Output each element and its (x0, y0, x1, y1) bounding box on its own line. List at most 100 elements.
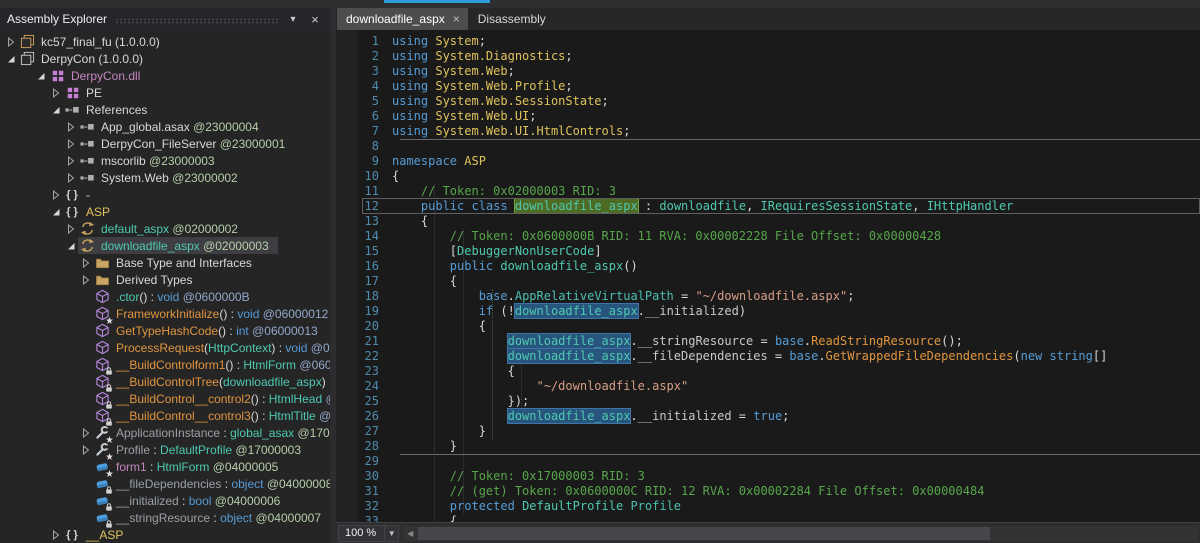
code-line-25[interactable]: 25 }); (336, 394, 1200, 409)
code-line-18[interactable]: 18 base.AppRelativeVirtualPath = "~/down… (336, 289, 1200, 304)
expand-icon[interactable] (4, 35, 18, 49)
code-line-8[interactable]: 8 (336, 139, 1200, 154)
scrollbar-thumb[interactable] (418, 527, 990, 540)
tree-item-filedependencies[interactable]: __fileDependencies : object @04000008 (0, 475, 330, 492)
code-line-30[interactable]: 30 // Token: 0x17000003 RID: 3 (336, 469, 1200, 484)
code-line-3[interactable]: 3using System.Web; (336, 64, 1200, 79)
code-line-13[interactable]: 13 { (336, 214, 1200, 229)
expand-icon[interactable] (64, 222, 78, 236)
code-line-23[interactable]: 23 { (336, 364, 1200, 379)
code-line-21[interactable]: 21 downloadfile_aspx.__stringResource = … (336, 334, 1200, 349)
expand-icon[interactable] (49, 188, 63, 202)
code-line-11[interactable]: 11 // Token: 0x02000003 RID: 3 (336, 184, 1200, 199)
code-line-32[interactable]: 32 protected DefaultProfile Profile (336, 499, 1200, 514)
line-number: 23 (336, 364, 392, 379)
tree-item-derived-types[interactable]: Derived Types (0, 271, 330, 288)
tree-item-buildcontroltree[interactable]: __BuildControlTree(downloadfile_aspx) : (0, 373, 330, 390)
tree-item-ctor[interactable]: .ctor() : void @0600000B (0, 288, 330, 305)
expand-icon[interactable] (79, 426, 93, 440)
tree-item-base-type-and-interfaces[interactable]: Base Type and Interfaces (0, 254, 330, 271)
collapse-icon[interactable] (4, 52, 18, 66)
code-line-1[interactable]: 1using System; (336, 34, 1200, 49)
close-icon[interactable]: × (453, 13, 460, 25)
expander-spacer (79, 341, 93, 355)
code-line-33[interactable]: 33 { (336, 514, 1200, 522)
tree-item-profile[interactable]: Profile : DefaultProfile @17000003 (0, 441, 330, 458)
collapse-icon[interactable] (49, 205, 63, 219)
code-line-22[interactable]: 22 downloadfile_aspx.__fileDependencies … (336, 349, 1200, 364)
code-editor[interactable]: 1using System;2using System.Diagnostics;… (336, 30, 1200, 522)
drag-grip[interactable] (115, 18, 280, 24)
tree-item-namespace-dash[interactable]: { }- (0, 186, 330, 203)
line-number: 16 (336, 259, 392, 274)
horizontal-scrollbar[interactable]: ◀ (403, 526, 1198, 541)
tree-item-buildcontrolform1[interactable]: __BuildControlform1() : HtmlForm @060 (0, 356, 330, 373)
tree-item-namespace-asp2[interactable]: { }__ASP (0, 526, 330, 543)
tree-item-buildcontrol-control3[interactable]: __BuildControl__control3() : HtmlTitle @ (0, 407, 330, 424)
expand-icon[interactable] (64, 120, 78, 134)
code-line-6[interactable]: 6using System.Web.UI; (336, 109, 1200, 124)
tree-item-app-global-asax[interactable]: App_global.asax @23000004 (0, 118, 330, 135)
code-line-14[interactable]: 14 // Token: 0x0600000B RID: 11 RVA: 0x0… (336, 229, 1200, 244)
tab-downloadfile-aspx[interactable]: downloadfile_aspx × (337, 8, 468, 30)
collapse-icon[interactable] (49, 103, 63, 117)
scroll-left-icon[interactable]: ◀ (403, 526, 417, 541)
tree-item-derpycon-fileserver[interactable]: DerpyCon_FileServer @23000001 (0, 135, 330, 152)
chevron-down-icon[interactable]: ▾ (284, 11, 302, 27)
tree-item-references[interactable]: References (0, 101, 330, 118)
expand-icon[interactable] (49, 86, 63, 100)
expand-icon[interactable] (64, 154, 78, 168)
expand-icon[interactable] (49, 528, 63, 542)
tree-item-frameworkinitialize[interactable]: FrameworkInitialize() : void @06000012 (0, 305, 330, 322)
expand-icon[interactable] (79, 443, 93, 457)
zoom-level-select[interactable]: 100 % ▼ (338, 525, 399, 542)
tree-item-processrequest[interactable]: ProcessRequest(HttpContext) : void @06 (0, 339, 330, 356)
code-line-24[interactable]: 24 "~/downloadfile.aspx" (336, 379, 1200, 394)
code-line-12[interactable]: 12 public class downloadfile_aspx : down… (336, 199, 1200, 214)
code-line-20[interactable]: 20 { (336, 319, 1200, 334)
line-number: 10 (336, 169, 392, 184)
code-line-16[interactable]: 16 public downloadfile_aspx() (336, 259, 1200, 274)
tree-item-default-aspx[interactable]: default_aspx @02000002 (0, 220, 330, 237)
collapse-icon[interactable] (34, 69, 48, 83)
tree-item-mscorlib[interactable]: mscorlib @23000003 (0, 152, 330, 169)
code-line-29[interactable]: 29 (336, 454, 1200, 469)
close-icon[interactable]: × (306, 11, 324, 27)
code-line-26[interactable]: 26 downloadfile_aspx.__initialized = tru… (336, 409, 1200, 424)
expand-icon[interactable] (79, 273, 93, 287)
code-line-9[interactable]: 9namespace ASP (336, 154, 1200, 169)
code-line-19[interactable]: 19 if (!downloadfile_aspx.__initialized) (336, 304, 1200, 319)
code-line-28[interactable]: 28 } (336, 439, 1200, 454)
code-line-15[interactable]: 15 [DebuggerNonUserCode] (336, 244, 1200, 259)
tree-item-downloadfile-aspx[interactable]: downloadfile_aspx @02000003 (0, 237, 330, 254)
tree-item-applicationinstance[interactable]: ApplicationInstance : global_asax @1700 (0, 424, 330, 441)
tree-item-buildcontrol-control2[interactable]: __BuildControl__control2() : HtmlHead @ (0, 390, 330, 407)
line-number: 22 (336, 349, 392, 364)
code-line-10[interactable]: 10{ (336, 169, 1200, 184)
code-line-31[interactable]: 31 // (get) Token: 0x0600000C RID: 12 RV… (336, 484, 1200, 499)
tree-item-pe[interactable]: PE (0, 84, 330, 101)
tree-item-derpycon-dll[interactable]: DerpyCon.dll (0, 67, 330, 84)
code-line-2[interactable]: 2using System.Diagnostics; (336, 49, 1200, 64)
tree-item-form1[interactable]: form1 : HtmlForm @04000005 (0, 458, 330, 475)
expand-icon[interactable] (64, 171, 78, 185)
chevron-down-icon[interactable]: ▼ (384, 526, 398, 541)
tree-item-initialized[interactable]: __initialized : bool @04000006 (0, 492, 330, 509)
code-line-5[interactable]: 5using System.Web.SessionState; (336, 94, 1200, 109)
code-line-7[interactable]: 7using System.Web.UI.HtmlControls; (336, 124, 1200, 139)
collapse-icon[interactable] (64, 239, 78, 253)
tree-item-namespace-asp[interactable]: { }ASP (0, 203, 330, 220)
tree-item-system-web[interactable]: System.Web @23000002 (0, 169, 330, 186)
code-line-17[interactable]: 17 { (336, 274, 1200, 289)
tree-item-derpycon[interactable]: DerpyCon (1.0.0.0) (0, 50, 330, 67)
expand-icon[interactable] (64, 137, 78, 151)
code-line-27[interactable]: 27 } (336, 424, 1200, 439)
tree-item-gettypehashcode[interactable]: GetTypeHashCode() : int @06000013 (0, 322, 330, 339)
tree-item-kc57-final-fu[interactable]: kc57_final_fu (1.0.0.0) (0, 33, 330, 50)
tree-item-label: Base Type and Interfaces (116, 256, 252, 270)
code-line-4[interactable]: 4using System.Web.Profile; (336, 79, 1200, 94)
tab-disassembly[interactable]: Disassembly (469, 8, 554, 30)
tree-item-stringresource[interactable]: __stringResource : object @04000007 (0, 509, 330, 526)
expand-icon[interactable] (79, 256, 93, 270)
tree-item-label: __stringResource : object @04000007 (116, 511, 321, 525)
